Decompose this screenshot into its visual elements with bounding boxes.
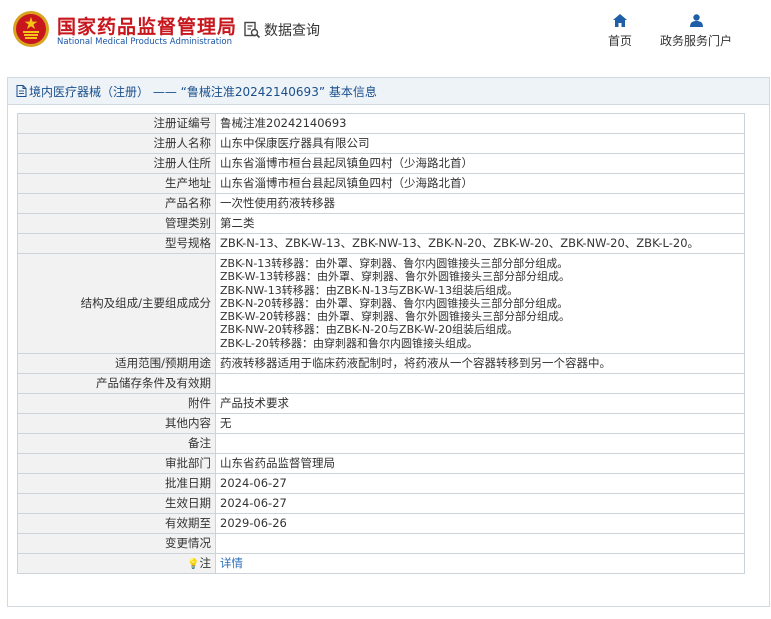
field-label: 注册人住所 xyxy=(17,153,216,174)
field-value: 山东省淄博市桓台县起凤镇鱼四村（少海路北首） xyxy=(215,173,745,194)
user-icon xyxy=(689,14,703,27)
nmpa-emblem-icon xyxy=(13,11,49,47)
info-panel: 境内医疗器械（注册） —— “鲁械注准20242140693” 基本信息 注册证… xyxy=(7,77,770,607)
composition-line: ZBK-N-20转移器：由外罩、穿刺器、鲁尔内圆锥接头三部分部分组成。 xyxy=(220,296,569,310)
field-value: 产品技术要求 xyxy=(215,393,745,415)
table-row: 产品名称 一次性使用药液转移器 xyxy=(17,193,745,214)
nav-gov-service[interactable]: 政务服务门户 xyxy=(658,14,734,49)
table-row: 注册人住所 山东省淄博市桓台县起凤镇鱼四村（少海路北首） xyxy=(17,153,745,174)
site-subtitle: National Medical Products Administration xyxy=(57,37,232,47)
search-document-icon xyxy=(244,21,261,39)
field-label: 适用范围/预期用途 xyxy=(17,353,216,375)
field-label: 备注 xyxy=(17,433,216,455)
table-row: 变更情况 xyxy=(17,533,745,555)
table-row: 注册人名称 山东中保康医疗器具有限公司 xyxy=(17,133,745,154)
field-label: 产品储存条件及有效期 xyxy=(17,373,216,395)
field-value: 第二类 xyxy=(215,213,745,234)
site-title: 国家药品监督管理局 xyxy=(57,16,238,38)
field-value: 2024-06-27 xyxy=(215,493,745,515)
field-label: 其他内容 xyxy=(17,413,216,435)
field-value: 鲁械注准20242140693 xyxy=(215,113,745,134)
data-query-label: 数据查询 xyxy=(264,23,320,39)
field-label: 结构及组成/主要组成成分 xyxy=(17,252,216,355)
field-value xyxy=(215,433,745,455)
field-value: 无 xyxy=(215,413,745,435)
nav-home[interactable]: 首页 xyxy=(604,14,636,49)
nav-gov-service-label: 政务服务门户 xyxy=(659,34,732,48)
field-label: 产品名称 xyxy=(17,193,216,214)
table-row: 批准日期 2024-06-27 xyxy=(17,473,745,495)
composition-line: ZBK-W-13转移器：由外罩、穿刺器、鲁尔外圆锥接头三部分部分组成。 xyxy=(220,270,571,284)
field-label: 生产地址 xyxy=(17,173,216,194)
composition-line: ZBK-NW-20转移器：由ZBK-N-20与ZBK-W-20组装后组成。 xyxy=(220,323,519,337)
field-label: 生效日期 xyxy=(17,493,216,515)
detail-link[interactable]: 详情 xyxy=(220,556,243,570)
field-value xyxy=(215,373,745,395)
field-value: 一次性使用药液转移器 xyxy=(215,193,745,214)
table-row: 型号规格 ZBK-N-13、ZBK-W-13、ZBK-NW-13、ZBK-N-20… xyxy=(17,233,745,254)
field-label: 注册证编号 xyxy=(17,113,216,134)
data-query-link[interactable]: 数据查询 xyxy=(243,20,320,40)
field-label: 型号规格 xyxy=(17,233,216,254)
field-value: 山东中保康医疗器具有限公司 xyxy=(215,133,745,154)
table-row: 生效日期 2024-06-27 xyxy=(17,493,745,515)
field-value: ZBK-N-13、ZBK-W-13、ZBK-NW-13、ZBK-N-20、ZBK… xyxy=(215,233,745,254)
table-row: 附件 产品技术要求 xyxy=(17,393,745,415)
table-row: 管理类别 第二类 xyxy=(17,213,745,234)
field-value: 山东省淄博市桓台县起凤镇鱼四村（少海路北首） xyxy=(215,153,745,174)
field-value xyxy=(215,533,745,555)
composition-line: ZBK-NW-13转移器：由ZBK-N-13与ZBK-W-13组装后组成。 xyxy=(220,283,519,297)
field-value: 2024-06-27 xyxy=(215,473,745,495)
home-icon xyxy=(613,14,627,27)
field-label: 审批部门 xyxy=(17,453,216,475)
site-header: 国家药品监督管理局 National Medical Products Admi… xyxy=(0,0,771,62)
table-row: 💡注 详情 xyxy=(17,553,745,575)
table-row: 审批部门 山东省药品监督管理局 xyxy=(17,453,745,475)
field-value: 2029-06-26 xyxy=(215,513,745,535)
composition-line: ZBK-L-20转移器：由穿刺器和鲁尔内圆锥接头组成。 xyxy=(220,336,479,350)
table-row: 注册证编号 鲁械注准20242140693 xyxy=(17,113,745,134)
table-row: 适用范围/预期用途 药液转移器适用于临床药液配制时，将药液从一个容器转移到另一个容… xyxy=(17,353,745,375)
composition-line: ZBK-W-20转移器：由外罩、穿刺器、鲁尔外圆锥接头三部分部分组成。 xyxy=(220,310,571,324)
table-row: 有效期至 2029-06-26 xyxy=(17,513,745,535)
nav-home-label: 首页 xyxy=(607,34,632,48)
table-row: 生产地址 山东省淄博市桓台县起凤镇鱼四村（少海路北首） xyxy=(17,173,745,194)
document-icon xyxy=(16,85,27,97)
field-label: 管理类别 xyxy=(17,213,216,234)
field-label: 变更情况 xyxy=(17,533,216,555)
field-value[interactable]: 详情 xyxy=(215,553,745,575)
field-value: ZBK-N-13转移器：由外罩、穿刺器、鲁尔内圆锥接头三部分部分组成。 ZBK-W… xyxy=(215,252,745,355)
field-value: 药液转移器适用于临床药液配制时，将药液从一个容器转移到另一个容器中。 xyxy=(215,353,745,375)
table-row: 备注 xyxy=(17,433,745,455)
field-label: 附件 xyxy=(17,393,216,415)
field-label: 批准日期 xyxy=(17,473,216,495)
field-label: 💡注 xyxy=(17,553,216,575)
bulb-icon: 💡 xyxy=(187,558,200,570)
composition-line: ZBK-N-13转移器：由外罩、穿刺器、鲁尔内圆锥接头三部分部分组成。 xyxy=(220,257,569,270)
table-row: 结构及组成/主要组成成分 ZBK-N-13转移器：由外罩、穿刺器、鲁尔内圆锥接头三… xyxy=(17,252,745,355)
panel-header: 境内医疗器械（注册） —— “鲁械注准20242140693” 基本信息 xyxy=(8,78,769,105)
panel-title: 境内医疗器械（注册） —— “鲁械注准20242140693” 基本信息 xyxy=(29,84,377,99)
table-row: 产品储存条件及有效期 xyxy=(17,373,745,395)
field-label: 注册人名称 xyxy=(17,133,216,154)
field-value: 山东省药品监督管理局 xyxy=(215,453,745,475)
device-info-table: 注册证编号 鲁械注准20242140693 注册人名称 山东中保康医疗器具有限公司 注册… xyxy=(17,113,745,575)
field-label: 有效期至 xyxy=(17,513,216,535)
table-row: 其他内容无 xyxy=(17,413,745,435)
